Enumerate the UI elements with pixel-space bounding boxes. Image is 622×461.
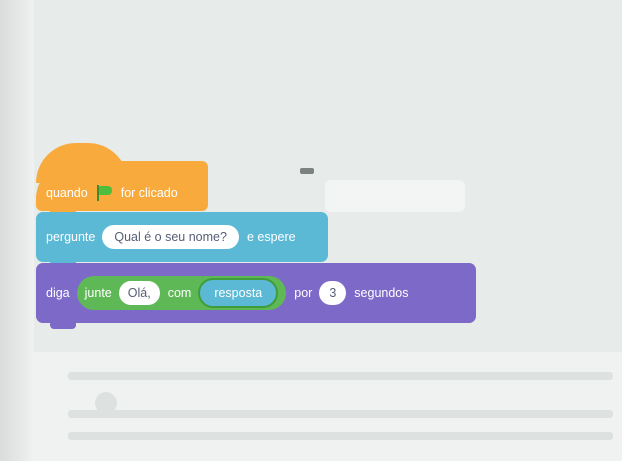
hat-suffix: for clicado: [120, 186, 178, 200]
ask-and-wait-block[interactable]: pergunte Qual é o seu nome? e espere: [36, 212, 328, 262]
faded-text-line: [68, 372, 613, 380]
hat-prefix: quando: [46, 186, 88, 200]
faded-panel: [325, 180, 465, 212]
join-label: junte: [84, 286, 112, 300]
join-mid-label: com: [167, 286, 192, 300]
say-for-seconds-block[interactable]: diga junte Olá, com resposta por 3 segun…: [36, 263, 476, 323]
answer-reporter[interactable]: resposta: [198, 278, 279, 308]
faded-mark: [300, 168, 314, 174]
page-edge: [0, 0, 34, 461]
green-flag-icon: [95, 185, 113, 201]
ask-suffix: e espere: [246, 230, 296, 244]
ask-prefix: pergunte: [46, 230, 96, 244]
say-prefix: diga: [46, 286, 70, 300]
join-text-input[interactable]: Olá,: [118, 281, 160, 305]
question-input[interactable]: Qual é o seu nome?: [102, 225, 239, 249]
for-label: por: [294, 286, 313, 300]
faded-text-line: [68, 432, 613, 440]
when-flag-clicked-block[interactable]: quando for clicado: [36, 161, 208, 211]
seconds-label: segundos: [354, 286, 409, 300]
block-notch: [50, 323, 76, 329]
seconds-input[interactable]: 3: [319, 281, 347, 305]
join-operator-block[interactable]: junte Olá, com resposta: [76, 276, 287, 310]
faded-text-line: [68, 410, 613, 418]
